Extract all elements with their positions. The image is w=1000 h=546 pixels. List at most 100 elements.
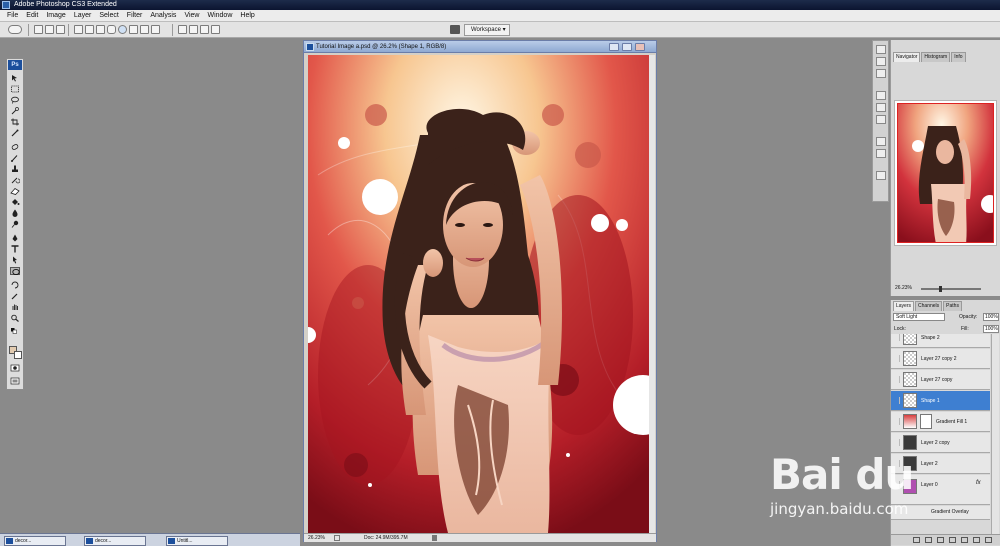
lasso-tool-icon[interactable] [10, 96, 20, 104]
pen-tool-icon[interactable] [10, 234, 20, 242]
custom-shape-option[interactable] [151, 25, 160, 34]
menu-window[interactable]: Window [203, 10, 236, 22]
minimize-button[interactable] [609, 43, 619, 51]
ellipse-shape-tool-icon[interactable] [10, 267, 20, 276]
menu-edit[interactable]: Edit [22, 10, 42, 22]
brushes-panel-icon[interactable] [876, 103, 886, 112]
dodge-tool-icon[interactable] [10, 220, 20, 228]
navigator-thumbnail[interactable] [894, 100, 997, 246]
type-tool-icon[interactable] [10, 245, 20, 253]
menu-layer[interactable]: Layer [70, 10, 96, 22]
eraser-tool-icon[interactable] [10, 187, 20, 195]
zoom-tool-icon[interactable] [10, 314, 20, 322]
menu-help[interactable]: Help [236, 10, 258, 22]
paths-button[interactable] [45, 25, 54, 34]
new-adjustment-layer-icon[interactable] [949, 537, 956, 543]
quick-selection-tool-icon[interactable] [10, 107, 20, 115]
hand-tool-icon[interactable] [10, 303, 20, 311]
healing-brush-tool-icon[interactable] [10, 143, 20, 151]
image-canvas[interactable] [308, 55, 650, 533]
tool-presets-panel-icon[interactable] [876, 91, 886, 100]
layer-row[interactable]: Gradient Fill 1 [891, 412, 990, 432]
crop-tool-icon[interactable] [10, 118, 20, 126]
screen-mode-icon[interactable] [10, 377, 20, 385]
exclude-shape-areas-button[interactable] [211, 25, 220, 34]
menu-filter[interactable]: Filter [123, 10, 147, 22]
document-size-info[interactable]: Doc: 24.9M/395.7M [364, 534, 408, 543]
path-selection-tool-icon[interactable] [10, 256, 20, 264]
clone-source-panel-icon[interactable] [876, 115, 886, 124]
menu-view[interactable]: View [180, 10, 203, 22]
brush-tool-icon[interactable] [10, 154, 20, 162]
polygon-option[interactable] [129, 25, 138, 34]
menu-analysis[interactable]: Analysis [146, 10, 180, 22]
visibility-eye-icon[interactable] [892, 355, 900, 362]
status-menu-arrow-icon[interactable] [432, 535, 437, 541]
layer-row-selected[interactable]: Shape 1 [891, 391, 990, 411]
measurement-log-panel-icon[interactable] [876, 171, 886, 180]
layers-scrollbar[interactable] [991, 334, 999, 534]
add-layer-mask-icon[interactable] [937, 537, 944, 543]
rounded-rectangle-option[interactable] [107, 25, 116, 34]
visibility-eye-icon[interactable] [892, 418, 900, 425]
tab-histogram[interactable]: Histogram [921, 52, 951, 62]
rectangle-option[interactable] [96, 25, 105, 34]
add-layer-style-icon[interactable] [925, 537, 932, 543]
tab-paths[interactable]: Paths [943, 301, 962, 311]
tab-navigator[interactable]: Navigator [893, 52, 921, 62]
tab-layers[interactable]: Layers [893, 301, 915, 311]
tool-preset-picker[interactable] [8, 25, 22, 34]
zoom-slider-handle[interactable] [939, 286, 942, 292]
workspace-menu-button[interactable]: Workspace ▾ [464, 24, 510, 36]
default-colors-icon[interactable] [10, 327, 20, 335]
navigator-zoom-level[interactable]: 26.23% [895, 285, 912, 291]
close-button[interactable] [635, 43, 645, 51]
document-title-bar[interactable]: Tutorial Image a.psd @ 26.2% (Shape 1, R… [304, 41, 656, 53]
navigator-zoom-slider[interactable] [921, 286, 981, 292]
ellipse-option[interactable] [118, 25, 127, 34]
fill-pixels-button[interactable] [56, 25, 65, 34]
visibility-eye-icon[interactable] [892, 334, 900, 341]
taskbar-item[interactable]: decor... [84, 536, 146, 546]
tab-info[interactable]: Info [951, 52, 966, 62]
layer-comps-panel-icon[interactable] [876, 69, 886, 78]
document-vertical-scrollbar[interactable] [649, 55, 655, 533]
menu-file[interactable]: File [3, 10, 22, 22]
quick-mask-mode-icon[interactable] [10, 364, 20, 372]
paragraph-panel-icon[interactable] [876, 149, 886, 158]
notes-eyedropper-tool-icon[interactable] [10, 292, 20, 300]
history-brush-tool-icon[interactable] [10, 176, 20, 184]
workspace-icon[interactable] [450, 25, 460, 34]
background-color-swatch[interactable] [14, 351, 22, 359]
subtract-shape-area-button[interactable] [189, 25, 198, 34]
pen-tool-option[interactable] [74, 25, 83, 34]
layer-row[interactable]: Layer 27 copy [891, 370, 990, 390]
maximize-button[interactable] [622, 43, 632, 51]
clone-stamp-tool-icon[interactable] [10, 165, 20, 173]
character-panel-icon[interactable] [876, 137, 886, 146]
freeform-pen-option[interactable] [85, 25, 94, 34]
move-tool-icon[interactable] [10, 74, 20, 82]
layer-row[interactable]: Layer 27 copy 2 [891, 349, 990, 369]
blur-tool-icon[interactable] [10, 209, 20, 217]
shape-layers-button[interactable] [34, 25, 43, 34]
new-layer-icon[interactable] [973, 537, 980, 543]
line-option[interactable] [140, 25, 149, 34]
paint-bucket-tool-icon[interactable] [10, 198, 20, 206]
actions-panel-icon[interactable] [876, 57, 886, 66]
delete-layer-icon[interactable] [985, 537, 992, 543]
menu-image[interactable]: Image [42, 10, 69, 22]
intersect-shape-areas-button[interactable] [200, 25, 209, 34]
new-group-icon[interactable] [961, 537, 968, 543]
document-zoom-level[interactable]: 26.23% [308, 534, 325, 543]
menu-select[interactable]: Select [95, 10, 122, 22]
history-panel-icon[interactable] [876, 45, 886, 54]
status-icon[interactable] [334, 535, 340, 541]
marquee-tool-icon[interactable] [10, 85, 20, 93]
opacity-field[interactable]: 100% [983, 313, 999, 321]
navigator-view-box[interactable] [897, 103, 994, 243]
taskbar-item[interactable]: Untitl... [166, 536, 228, 546]
visibility-eye-icon[interactable] [892, 397, 900, 404]
taskbar-item[interactable]: decor... [4, 536, 66, 546]
eyedropper-tool-icon[interactable] [10, 129, 20, 137]
